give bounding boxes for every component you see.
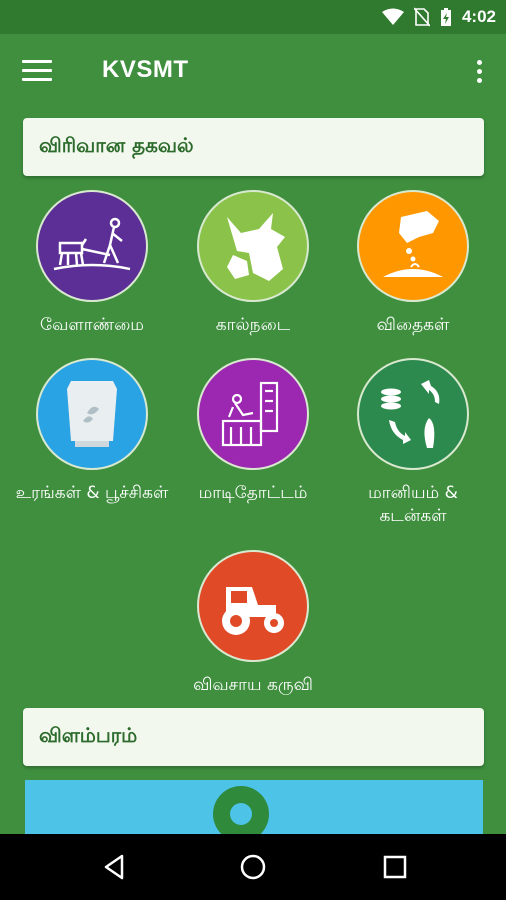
category-livestock[interactable]: கால்நடை (173, 190, 333, 337)
category-farm-tools[interactable]: விவசாய கருவி (173, 550, 333, 697)
category-label: கால்நடை (215, 315, 291, 335)
category-label: விதைகள் (376, 315, 450, 335)
category-label: மானியம் & கடன்கள் (368, 483, 458, 526)
category-label: உரங்கள் & பூச்சிகள் (15, 483, 169, 503)
tractor-icon (197, 550, 309, 662)
category-label: வேளாண்மை (40, 315, 144, 335)
category-agriculture[interactable]: வேளாண்மை (12, 190, 172, 337)
plough-icon (36, 190, 148, 302)
navigation-bar (0, 834, 506, 900)
status-time: 4:02 (461, 7, 496, 26)
category-label: விவசாய கருவி (193, 675, 313, 695)
fertilizer-bag-icon (36, 358, 148, 470)
category-fertilizers[interactable]: உரங்கள் & பூச்சிகள் (12, 358, 172, 505)
map-pin-icon (213, 786, 269, 834)
no-sim-icon (413, 7, 430, 27)
info-section-title: விரிவான தகவல் (39, 133, 194, 157)
wifi-icon (381, 8, 404, 25)
menu-icon[interactable] (22, 60, 52, 88)
battery-charging-icon (440, 8, 451, 26)
overflow-menu-icon[interactable] (474, 60, 484, 90)
status-bar: 4:02 (0, 0, 506, 34)
category-label: மாடிதோட்டம் (198, 483, 308, 503)
info-section-card[interactable]: விரிவான தகவல் (23, 118, 484, 176)
app-bar: KVSMT (0, 34, 506, 114)
seeds-icon (357, 190, 469, 302)
category-terrace-garden[interactable]: மாடிதோட்டம் (173, 358, 333, 505)
category-subsidy-loans[interactable]: மானியம் & கடன்கள் (333, 358, 493, 528)
cattle-icon (197, 190, 309, 302)
app-title: KVSMT (102, 56, 189, 83)
back-icon[interactable] (100, 852, 130, 882)
ads-section-card[interactable]: விளம்பரம் (23, 708, 484, 766)
home-icon[interactable] (238, 852, 268, 882)
ads-section-title: விளம்பரம் (39, 723, 138, 747)
subsidy-cycle-icon (357, 358, 469, 470)
terrace-garden-icon (197, 358, 309, 470)
status-icons: 4:02 (381, 6, 496, 28)
recents-icon[interactable] (380, 852, 410, 882)
category-seeds[interactable]: விதைகள் (333, 190, 493, 337)
ad-banner[interactable] (25, 780, 483, 834)
